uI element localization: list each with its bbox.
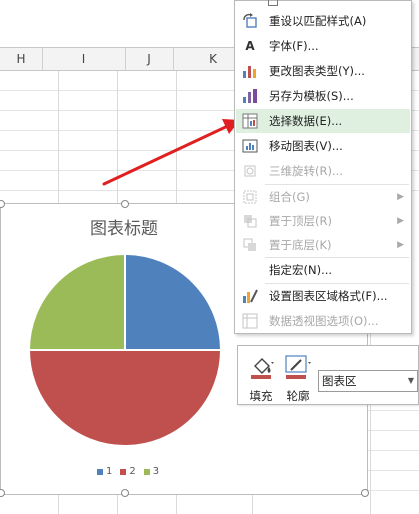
outline-label: 轮廓 [286, 389, 310, 403]
move-chart-icon [242, 138, 258, 154]
submenu-arrow-icon: ▶ [397, 240, 404, 250]
menu-item-assign-macro[interactable]: 指定宏(N)... [236, 258, 410, 282]
paint-bucket-icon [249, 354, 275, 383]
legend-swatch [97, 468, 103, 475]
mini-toolbar: 填充 轮廓 图表区 ▼ [237, 345, 419, 405]
pivot-chart-options-icon [242, 313, 258, 329]
menu-label: 设置图表区域格式(F)... [269, 289, 388, 303]
submenu-arrow-icon: ▶ [397, 192, 404, 202]
menu-label: 更改图表类型(Y)... [269, 64, 365, 78]
menu-label: 置于底层(K) [269, 238, 332, 252]
menu-item-3d-rotation[interactable]: 三维旋转(R)... [236, 159, 410, 183]
chart-legend[interactable]: 1 2 3 [97, 466, 159, 477]
menu-item-format-chart-area[interactable]: 设置图表区域格式(F)... [236, 284, 410, 308]
legend-item: 1 [97, 466, 112, 477]
menu-label: 移动图表(V)... [269, 139, 343, 153]
legend-swatch [120, 468, 127, 475]
resize-handle[interactable] [361, 489, 369, 497]
font-icon: A [245, 39, 255, 53]
submenu-arrow-icon: ▶ [397, 216, 404, 226]
format-chart-area-icon [242, 288, 258, 304]
save-template-icon [242, 88, 258, 104]
partial-icon [268, 0, 278, 6]
menu-item-bring-to-front[interactable]: 置于顶层(R) ▶ [236, 209, 410, 233]
outline-button[interactable]: 轮廓 [280, 352, 316, 404]
chart-type-icon [242, 63, 258, 79]
pen-outline-icon [284, 354, 312, 383]
menu-label: 选择数据(E)... [269, 114, 343, 128]
fill-label: 填充 [249, 389, 273, 403]
menu-item-reset-style[interactable]: 重设以匹配样式(A) [236, 9, 410, 33]
menu-item-select-data[interactable]: 选择数据(E)... [236, 109, 410, 133]
legend-label: 3 [152, 466, 160, 477]
rotate-3d-icon [242, 163, 258, 179]
chevron-down-icon: ▼ [407, 376, 414, 385]
menu-item-change-chart-type[interactable]: 更改图表类型(Y)... [236, 59, 410, 83]
reset-style-icon [242, 13, 258, 29]
select-data-icon [242, 113, 258, 129]
chart-title[interactable]: 图表标题 [1, 214, 247, 239]
menu-item-group[interactable]: 组合(G) ▶ [236, 185, 410, 209]
menu-label: 组合(G) [269, 190, 310, 204]
fill-button[interactable]: 填充 [243, 352, 279, 404]
menu-item-send-to-back[interactable]: 置于底层(K) ▶ [236, 233, 410, 257]
menu-label: 指定宏(N)... [269, 263, 333, 277]
legend-item: 3 [143, 466, 160, 477]
pie-slice-3[interactable] [27, 252, 126, 351]
legend-swatch [143, 468, 150, 475]
resize-handle[interactable] [121, 200, 129, 208]
legend-label: 2 [129, 466, 136, 477]
chart-element-select[interactable]: 图表区 ▼ [318, 370, 418, 392]
pie-slice-1[interactable] [124, 252, 223, 351]
menu-label: 另存为模板(S)... [269, 89, 354, 103]
pie-chart[interactable] [27, 252, 223, 448]
send-back-icon [242, 237, 258, 253]
group-icon [242, 189, 258, 205]
legend-label: 1 [106, 466, 113, 477]
menu-top-edge [235, 0, 411, 8]
menu-item-move-chart[interactable]: 移动图表(V)... [236, 134, 410, 158]
context-menu: 重设以匹配样式(A) A 字体(F)... 更改图表类型(Y)... 另存为模板… [234, 0, 412, 334]
chart-element-value: 图表区 [322, 374, 357, 388]
menu-item-save-template[interactable]: 另存为模板(S)... [236, 84, 410, 108]
resize-handle[interactable] [121, 489, 129, 497]
menu-label: 字体(F)... [269, 39, 319, 53]
menu-label: 重设以匹配样式(A) [269, 14, 367, 28]
legend-item: 2 [120, 466, 136, 477]
menu-item-pivot-chart-options[interactable]: 数据透视图选项(O)... [236, 309, 410, 333]
menu-label: 置于顶层(R) [269, 214, 332, 228]
pie-slice-2[interactable] [27, 349, 223, 447]
column-header-i[interactable]: I [42, 48, 126, 70]
column-header-h[interactable]: H [0, 48, 43, 70]
column-header-j[interactable]: J [125, 48, 174, 70]
menu-item-font[interactable]: A 字体(F)... [236, 34, 410, 58]
menu-label: 三维旋转(R)... [269, 164, 343, 178]
resize-handle[interactable] [0, 200, 5, 208]
bring-front-icon [242, 213, 258, 229]
menu-label: 数据透视图选项(O)... [269, 314, 379, 328]
